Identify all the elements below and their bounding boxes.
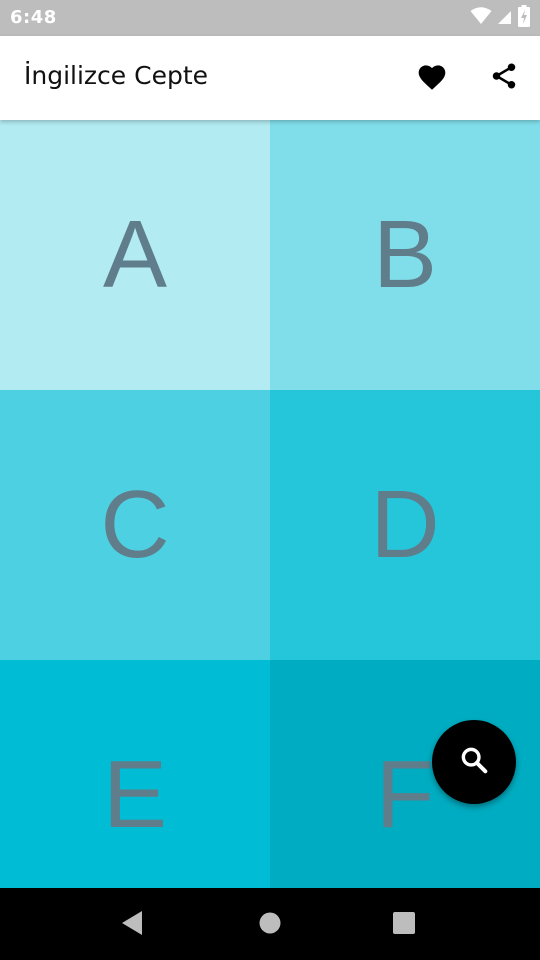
letter-tile-b[interactable]: B xyxy=(270,120,540,390)
navigation-bar xyxy=(0,888,540,960)
share-button[interactable] xyxy=(484,58,524,98)
status-bar: 6:48 xyxy=(0,0,540,36)
signal-icon xyxy=(498,7,512,29)
battery-charging-icon xyxy=(518,5,530,31)
recents-icon xyxy=(392,911,416,939)
letter-label: D xyxy=(370,471,440,578)
share-icon xyxy=(489,61,519,95)
app-screen: 6:48 İngilizce Cepte A B C D E F xyxy=(0,0,540,960)
letter-tile-c[interactable]: C xyxy=(0,390,270,660)
search-fab-button[interactable] xyxy=(432,720,516,804)
letter-label: E xyxy=(102,741,168,848)
status-icons xyxy=(470,5,530,31)
favorites-button[interactable] xyxy=(412,58,452,98)
letter-tile-e[interactable]: E xyxy=(0,660,270,888)
home-icon xyxy=(258,911,282,939)
app-bar: İngilizce Cepte xyxy=(0,36,540,120)
letter-label: F xyxy=(375,741,435,848)
nav-back-button[interactable] xyxy=(117,910,147,940)
letter-tile-a[interactable]: A xyxy=(0,120,270,390)
status-time: 6:48 xyxy=(10,7,57,28)
wifi-icon xyxy=(470,7,492,29)
letter-label: B xyxy=(372,201,438,308)
nav-recents-button[interactable] xyxy=(389,910,419,940)
letter-label: C xyxy=(100,471,170,578)
letter-tile-d[interactable]: D xyxy=(270,390,540,660)
app-title: İngilizce Cepte xyxy=(24,61,209,90)
letter-label: A xyxy=(102,201,168,308)
back-icon xyxy=(120,910,144,940)
nav-home-button[interactable] xyxy=(255,910,285,940)
heart-icon xyxy=(416,61,448,95)
search-icon xyxy=(457,743,491,781)
